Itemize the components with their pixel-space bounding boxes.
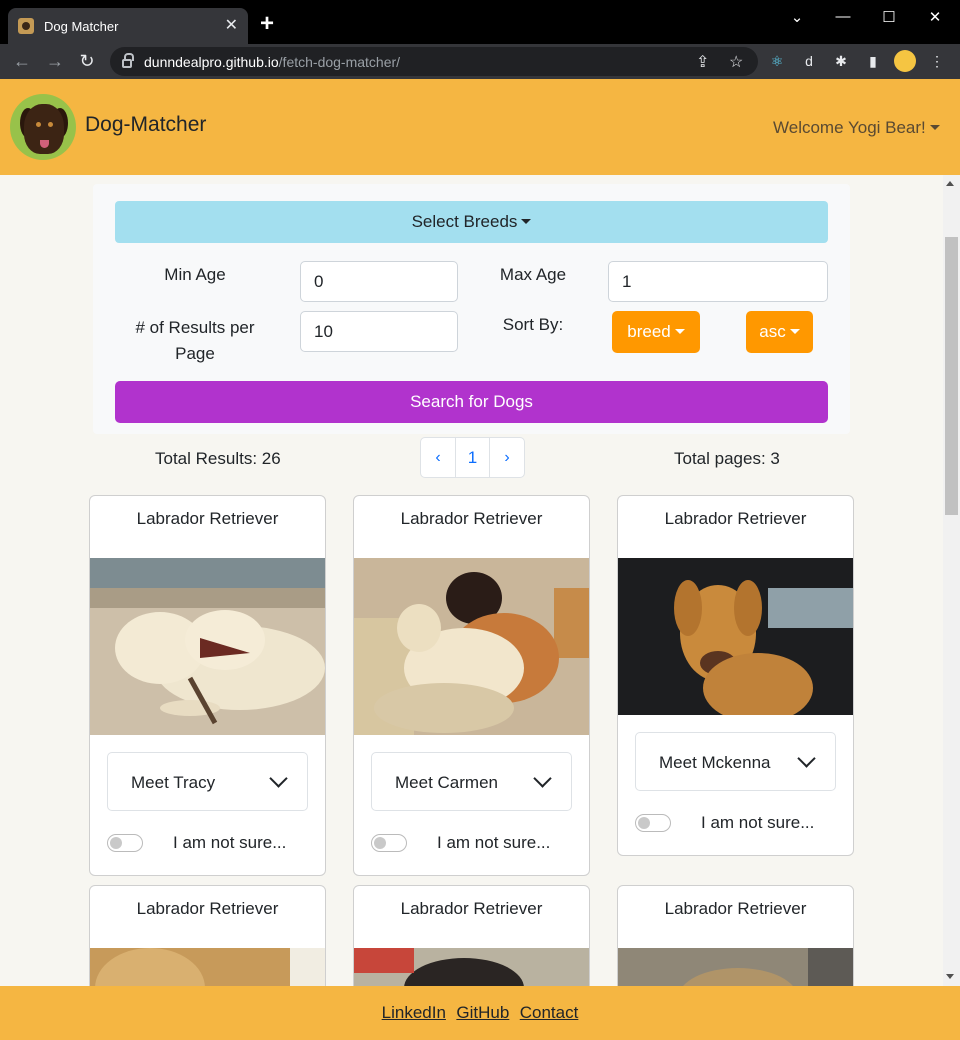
dog-breed: Labrador Retriever	[664, 899, 807, 918]
welcome-text: Welcome Yogi Bear!	[773, 118, 926, 137]
dog-photo	[90, 558, 325, 735]
caret-down-icon	[521, 219, 532, 224]
pager-prev-button[interactable]: ‹	[421, 438, 455, 477]
app-navbar: Dog-Matcher Welcome Yogi Bear!	[0, 79, 960, 175]
meet-dog-label: Meet Tracy	[131, 773, 216, 792]
chevron-down-icon	[269, 769, 288, 788]
dog-breed: Labrador Retriever	[136, 509, 279, 528]
dog-breed: Labrador Retriever	[664, 509, 807, 528]
pager-next-button[interactable]: ›	[490, 438, 524, 477]
pager-page-1[interactable]: 1	[455, 438, 490, 477]
brand-title[interactable]: Dog-Matcher	[85, 113, 206, 137]
lock-icon	[122, 53, 134, 68]
browser-toolbar: ← → ↻ dunndealpro.github.io/fetch-dog-ma…	[0, 44, 960, 79]
not-sure-label: I am not sure...	[437, 833, 551, 852]
browser-tab[interactable]: Dog Matcher ✕	[8, 8, 248, 44]
total-results: Total Results: 26	[155, 449, 281, 468]
dog-breed: Labrador Retriever	[136, 899, 279, 918]
menu-dots-icon[interactable]: ⋮	[926, 50, 948, 72]
caret-down-icon	[929, 125, 940, 130]
not-sure-toggle[interactable]	[635, 814, 671, 832]
browser-titlebar: Dog Matcher ✕ + ⌄ — ☐ ✕	[0, 0, 960, 44]
side-panel-icon[interactable]: ▮	[862, 50, 884, 72]
meet-dog-label: Meet Mckenna	[659, 753, 771, 772]
sort-field-dropdown[interactable]: breed	[612, 311, 700, 353]
contact-link[interactable]: Contact	[520, 1003, 579, 1022]
caret-down-icon	[789, 329, 800, 334]
not-sure-label: I am not sure...	[701, 813, 815, 832]
sort-order-value: asc	[759, 322, 786, 341]
share-icon[interactable]: ⇪	[696, 52, 709, 72]
dog-card: Labrador Retriever Meet Carmen I am not …	[353, 495, 590, 876]
chevron-down-icon	[797, 749, 816, 768]
meet-dog-label: Meet Carmen	[395, 773, 498, 792]
bookmark-star-icon[interactable]: ☆	[729, 52, 743, 72]
not-sure-toggle[interactable]	[371, 834, 407, 852]
address-bar[interactable]: dunndealpro.github.io/fetch-dog-matcher/…	[110, 47, 758, 76]
forward-arrow-icon[interactable]: →	[42, 48, 68, 74]
chevron-down-icon[interactable]: ⌄	[774, 8, 820, 26]
dog-photo	[354, 558, 589, 735]
results-per-page-label: # of Results per Page	[135, 318, 255, 363]
github-link[interactable]: GitHub	[456, 1003, 509, 1022]
dog-card: Labrador Retriever Meet Mckenna I am not…	[617, 495, 854, 856]
scroll-up-arrow-icon[interactable]	[946, 181, 954, 186]
select-breeds-button[interactable]: Select Breeds	[115, 201, 828, 243]
scroll-down-arrow-icon[interactable]	[946, 974, 954, 979]
sort-field-value: breed	[627, 322, 671, 341]
meet-dog-dropdown[interactable]: Meet Carmen	[371, 752, 572, 811]
dog-card: Labrador Retriever Meet Tracy I am not s…	[89, 495, 326, 876]
new-tab-button[interactable]: +	[260, 12, 274, 36]
dog-breed: Labrador Retriever	[400, 509, 543, 528]
search-dogs-button[interactable]: Search for Dogs	[115, 381, 828, 423]
dog-breed: Labrador Retriever	[400, 899, 543, 918]
reload-icon[interactable]: ↻	[74, 48, 100, 74]
user-menu[interactable]: Welcome Yogi Bear!	[773, 118, 940, 138]
pagination: ‹ 1 ›	[420, 437, 525, 478]
dog-favicon-icon	[18, 18, 34, 34]
linkedin-link[interactable]: LinkedIn	[382, 1003, 446, 1022]
maximize-icon[interactable]: ☐	[866, 8, 912, 26]
extensions-puzzle-icon[interactable]: ✱	[830, 50, 852, 72]
max-age-label: Max Age	[499, 265, 567, 284]
url-path: /fetch-dog-matcher/	[278, 53, 401, 70]
profile-avatar[interactable]	[894, 50, 916, 72]
total-pages: Total pages: 3	[674, 449, 780, 468]
react-devtools-icon[interactable]: ⚛	[766, 50, 788, 72]
close-window-icon[interactable]: ✕	[912, 8, 958, 26]
app-footer: LinkedIn GitHub Contact	[0, 986, 960, 1040]
dog-photo	[618, 558, 853, 715]
tab-close-icon[interactable]: ✕	[225, 18, 238, 34]
chevron-down-icon	[533, 769, 552, 788]
select-breeds-label: Select Breeds	[411, 212, 518, 231]
url-host: dunndealpro.github.io	[144, 53, 279, 70]
back-arrow-icon[interactable]: ←	[9, 48, 35, 74]
caret-down-icon	[674, 329, 685, 334]
tab-title: Dog Matcher	[44, 18, 119, 34]
sort-order-dropdown[interactable]: asc	[746, 311, 813, 353]
min-age-input[interactable]: 0	[300, 261, 458, 302]
not-sure-label: I am not sure...	[173, 833, 287, 852]
max-age-input[interactable]: 1	[608, 261, 828, 302]
min-age-label: Min Age	[164, 265, 226, 284]
results-per-page-input[interactable]: 10	[300, 311, 458, 352]
django-extension-icon[interactable]: d	[798, 50, 820, 72]
minimize-icon[interactable]: —	[820, 8, 866, 25]
meet-dog-dropdown[interactable]: Meet Tracy	[107, 752, 308, 811]
scrollbar-thumb[interactable]	[945, 237, 958, 515]
dog-logo[interactable]	[10, 94, 76, 160]
meet-dog-dropdown[interactable]: Meet Mckenna	[635, 732, 836, 791]
not-sure-toggle[interactable]	[107, 834, 143, 852]
sort-by-label: Sort By:	[502, 315, 564, 334]
